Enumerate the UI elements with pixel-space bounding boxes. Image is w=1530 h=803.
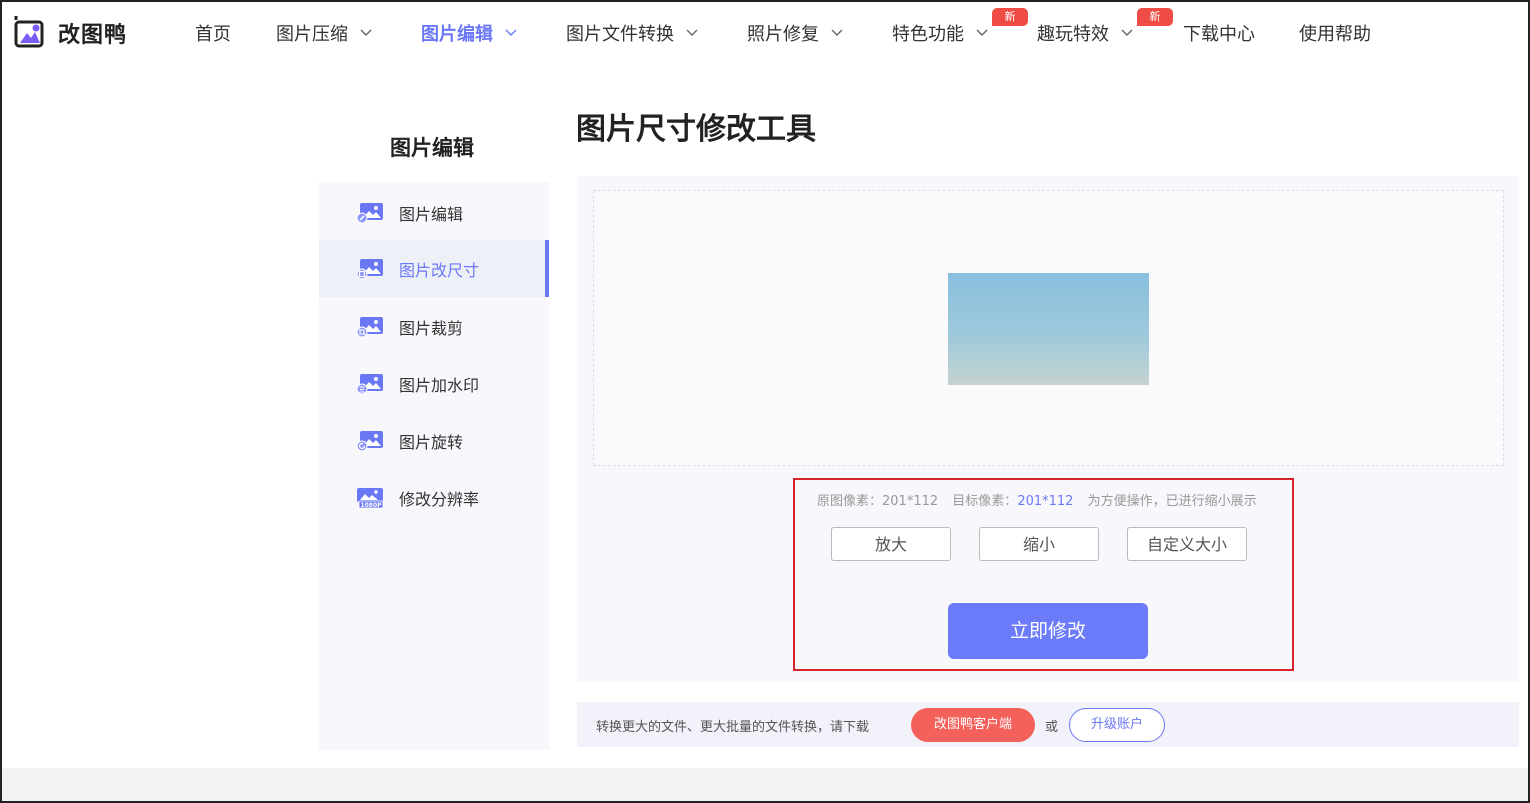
original-pixel-value: 201*112 [882,494,939,509]
nav-label: 照片修复 [747,24,819,45]
chevron-down-icon [1121,29,1133,36]
nav-item-compress[interactable]: 图片压缩 [276,20,372,46]
chevron-down-icon [686,29,698,36]
sidebar-title: 图片编辑 [390,136,474,160]
nav-item-home[interactable]: 首页 [195,20,231,46]
nav-label: 趣玩特效 [1037,24,1109,45]
target-pixel-label: 目标像素： [952,494,1018,509]
duck-logo-icon [14,16,44,48]
resolution-1080p-icon: 1080P [357,487,384,509]
nav-item-convert[interactable]: 图片文件转换 [566,20,698,46]
download-client-button[interactable]: 改图鸭客户端 [911,708,1035,742]
chevron-down-icon [360,29,372,36]
sidebar-item-label: 图片旋转 [399,432,464,452]
or-text: 或 [1045,720,1059,735]
nav-item-help[interactable]: 使用帮助 [1299,20,1371,46]
chevron-down-icon [505,29,517,36]
sidebar: 图片编辑 图片改尺寸 图片裁剪 图片加水印 图片旋转 1080P 修改分辨率 [319,182,549,750]
footer-strip [2,768,1528,801]
sidebar-item-image-crop[interactable]: 图片裁剪 [319,298,549,355]
sidebar-item-resolution[interactable]: 1080P 修改分辨率 [319,469,549,526]
nav-item-download[interactable]: 下载中心 [1183,20,1255,46]
top-navigation-bar: 改图鸭 首页 图片压缩 图片编辑 图片文件转换 照片修复 特色功能 新 趣玩特效 [0,0,1530,66]
nav-item-fun-effects[interactable]: 趣玩特效 [1037,20,1133,46]
image-rotate-icon [356,430,383,451]
sidebar-item-label: 修改分辨率 [399,489,480,509]
enlarge-button[interactable]: 放大 [831,527,951,561]
chevron-down-icon [831,29,843,36]
page-title: 图片尺寸修改工具 [576,112,816,147]
image-edit-icon [356,202,383,223]
sidebar-item-image-edit[interactable]: 图片编辑 [319,184,549,241]
nav-label: 特色功能 [892,24,964,45]
svg-text:1080P: 1080P [360,502,382,509]
nav-label: 图片文件转换 [566,24,674,45]
upgrade-account-button[interactable]: 升级账户 [1069,708,1165,742]
brand-name: 改图鸭 [58,23,128,48]
sidebar-item-label: 图片裁剪 [399,318,464,338]
sidebar-item-label: 图片加水印 [399,375,480,395]
nav-label: 图片编辑 [421,24,493,45]
brand-logo[interactable]: 改图鸭 [12,16,127,50]
chevron-down-icon [976,29,988,36]
nav-label: 使用帮助 [1299,24,1371,45]
new-badge: 新 [1137,8,1173,26]
pixel-info: 原图像素：201*112 目标像素：201*112 为方便操作，已进行缩小展示 [817,490,1257,509]
sidebar-item-image-resize[interactable]: 图片改尺寸 [319,240,549,297]
nav-item-repair[interactable]: 照片修复 [747,20,843,46]
target-pixel-value: 201*112 [1017,494,1074,509]
promo-text: 转换更大的文件、更大批量的文件转换，请下载 [596,720,870,735]
original-pixel-label: 原图像素： [817,494,883,509]
display-note: 为方便操作，已进行缩小展示 [1087,494,1257,509]
sidebar-item-label: 图片编辑 [399,204,464,224]
sidebar-item-label: 图片改尺寸 [399,260,480,280]
image-watermark-icon [356,373,383,394]
sidebar-item-image-rotate[interactable]: 图片旋转 [319,412,549,469]
image-resize-icon [356,258,383,279]
image-preview [948,273,1149,385]
nav-label: 首页 [195,24,231,45]
nav-label: 下载中心 [1183,24,1255,45]
nav-label: 图片压缩 [276,24,348,45]
nav-item-edit[interactable]: 图片编辑 [421,20,517,46]
nav-item-features[interactable]: 特色功能 [892,20,988,46]
image-crop-icon [356,316,383,337]
shrink-button[interactable]: 缩小 [979,527,1099,561]
apply-resize-button[interactable]: 立即修改 [948,603,1148,659]
custom-size-button[interactable]: 自定义大小 [1127,527,1247,561]
new-badge: 新 [992,8,1028,26]
sidebar-item-image-watermark[interactable]: 图片加水印 [319,355,549,412]
